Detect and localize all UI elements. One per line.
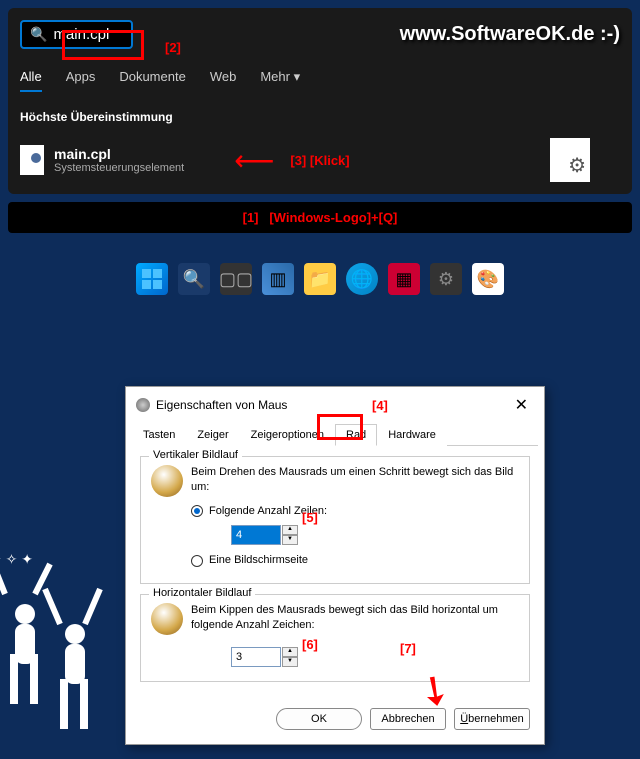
horizontal-scroll-group: Horizontaler Bildlauf Beim Kippen des Ma…: [140, 594, 530, 683]
radio-lines-row[interactable]: Folgende Anzahl Zeilen:: [191, 504, 519, 519]
annotation-2: [2]: [165, 40, 181, 55]
taskbar-paint-icon[interactable]: 🎨: [472, 263, 504, 295]
taskbar: 🔍 ▢▢ ▥ 📁 🌐 ▦ ⚙ 🎨: [0, 263, 640, 295]
apply-rest: bernehmen: [468, 713, 524, 725]
annotation-6: [6]: [302, 637, 318, 652]
lines-up[interactable]: ▲: [282, 525, 298, 535]
dialog-body: Vertikaler Bildlauf Beim Drehen des Maus…: [126, 446, 544, 698]
tab-apps[interactable]: Apps: [66, 69, 96, 92]
search-icon: 🔍: [30, 26, 47, 43]
control-panel-file-icon: [20, 145, 44, 175]
lines-input[interactable]: [231, 525, 281, 545]
watermark-text: www.SoftwareOK.de :-): [400, 23, 620, 46]
chevron-down-icon: ▾: [294, 69, 301, 84]
radio-lines[interactable]: [191, 505, 203, 517]
close-button[interactable]: ✕: [509, 395, 534, 415]
radio-page[interactable]: [191, 555, 203, 567]
tab-web[interactable]: Web: [210, 69, 237, 92]
radio-page-label: Eine Bildschirmseite: [209, 553, 308, 568]
shortcut-hint-bar: [1] [Windows-Logo]+[Q]: [8, 202, 632, 233]
annotation-arrow: ⟵: [234, 144, 272, 177]
annotation-5: [5]: [302, 510, 318, 525]
best-match-heading: Höchste Übereinstimmung: [20, 110, 620, 124]
wheel-icon: [151, 603, 183, 635]
result-title: main.cpl: [54, 146, 184, 162]
horizontal-scroll-legend: Horizontaler Bildlauf: [149, 587, 255, 599]
result-subtitle: Systemsteuerungselement: [54, 162, 184, 174]
tab-all[interactable]: Alle: [20, 69, 42, 92]
search-result-item[interactable]: main.cpl Systemsteuerungselement ⟵ [3] […: [20, 138, 620, 182]
tab-buttons[interactable]: Tasten: [132, 424, 186, 446]
radio-page-row[interactable]: Eine Bildschirmseite: [191, 553, 519, 568]
vertical-scroll-legend: Vertikaler Bildlauf: [149, 449, 242, 461]
chars-down[interactable]: ▼: [282, 657, 298, 667]
svg-text:✦ ✧ ✦: ✦ ✧ ✦: [0, 554, 33, 567]
tab-hardware[interactable]: Hardware: [377, 424, 447, 446]
ok-button[interactable]: OK: [276, 708, 362, 730]
dialog-title: Eigenschaften von Maus: [156, 398, 509, 412]
wheel-icon: [151, 465, 183, 497]
tab-pointer[interactable]: Zeiger: [186, 424, 239, 446]
search-filter-tabs: Alle Apps Dokumente Web Mehr ▾: [20, 69, 620, 92]
taskbar-settings-icon[interactable]: ⚙: [430, 263, 462, 295]
result-preview-icon: [550, 138, 590, 182]
highlight-box-rad-tab: [317, 414, 363, 440]
taskbar-widgets-icon[interactable]: ▢▢: [220, 263, 252, 295]
taskbar-app-icon[interactable]: ▦: [388, 263, 420, 295]
taskbar-taskview-icon[interactable]: ▥: [262, 263, 294, 295]
result-text: main.cpl Systemsteuerungselement: [54, 146, 184, 174]
taskbar-search-icon[interactable]: 🔍: [178, 263, 210, 295]
taskbar-edge-icon[interactable]: 🌐: [346, 263, 378, 295]
vertical-desc: Beim Drehen des Mausrads um einen Schrit…: [191, 465, 519, 496]
chars-input[interactable]: [231, 647, 281, 667]
lines-down[interactable]: ▼: [282, 535, 298, 545]
tab-more[interactable]: Mehr ▾: [260, 69, 300, 92]
apply-button[interactable]: Übernehmen: [454, 708, 530, 730]
horizontal-desc: Beim Kippen des Mausrads bewegt sich das…: [191, 603, 519, 634]
annotation-4: [4]: [372, 398, 388, 413]
annotation-3: [3] [Klick]: [290, 153, 349, 168]
start-button-icon[interactable]: [136, 263, 168, 295]
dialog-button-row: OK Abbrechen Übernehmen: [126, 698, 544, 744]
tab-documents[interactable]: Dokumente: [119, 69, 185, 92]
vertical-scroll-group: Vertikaler Bildlauf Beim Drehen des Maus…: [140, 456, 530, 584]
chars-up[interactable]: ▲: [282, 647, 298, 657]
mouse-icon: [136, 398, 150, 412]
taskbar-explorer-icon[interactable]: 📁: [304, 263, 336, 295]
annotation-7: [7]: [400, 641, 416, 656]
highlight-box-search: [62, 30, 144, 60]
decorative-figures: ✦ ✧ ✦: [0, 554, 130, 754]
